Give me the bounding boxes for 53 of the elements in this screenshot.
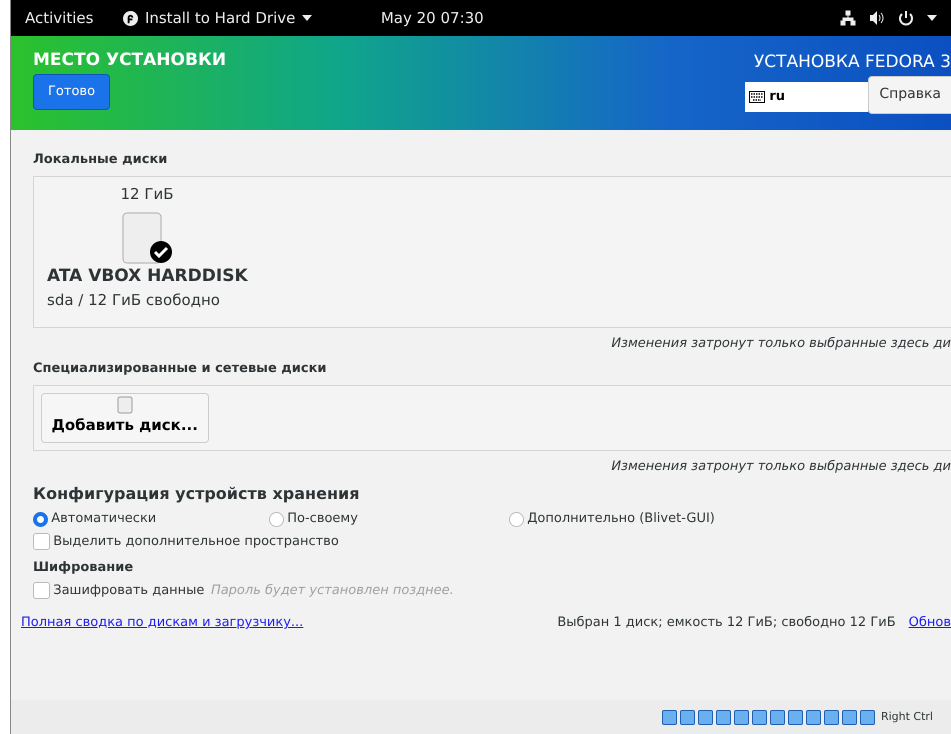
status-icon[interactable] <box>680 710 695 724</box>
status-icon[interactable] <box>860 710 875 724</box>
section-heading: Специализированные и сетевые диски <box>33 360 328 378</box>
add-disk-button[interactable]: Добавить диск... <box>40 392 209 443</box>
checkbox[interactable] <box>33 582 50 599</box>
status-icon[interactable] <box>842 710 857 724</box>
product-title: УСТАНОВКА FEDORA 3 <box>754 51 951 74</box>
done-button[interactable]: Готово <box>33 74 110 110</box>
status-icon[interactable] <box>716 710 731 724</box>
status-icon[interactable] <box>698 710 713 724</box>
caret-icon <box>302 15 312 21</box>
radio-button[interactable] <box>33 512 48 526</box>
section-heading: Конфигурация устройств хранения <box>33 483 360 505</box>
radio-option[interactable]: Дополнительно (Blivet-GUI) <box>509 509 715 529</box>
disk-name: ATA VBOX HARDDISK <box>47 264 248 288</box>
keyboard-layout-field[interactable]: ru <box>745 82 868 112</box>
screen-title: МЕСТО УСТАНОВКИ <box>33 50 226 70</box>
disk-details: sda / 12 ГиБ свободно <box>47 290 221 311</box>
status-icon[interactable] <box>806 710 821 724</box>
status-icon[interactable] <box>824 710 839 724</box>
checkbox[interactable] <box>33 533 50 550</box>
status-icon[interactable] <box>788 710 803 724</box>
hint-text: Пароль будет установлен позднее. <box>210 582 454 600</box>
radio-button[interactable] <box>509 512 524 526</box>
checkbox-option[interactable]: Зашифровать данные <box>33 580 204 600</box>
radio-option[interactable]: По-своему <box>269 509 509 529</box>
refresh-link[interactable]: Обнов <box>908 613 951 633</box>
storage-summary: Выбран 1 диск; емкость 12 ГиБ; свободно 12 ГиБ <box>557 614 896 632</box>
status-icon[interactable] <box>734 710 749 724</box>
section-heading: Шифрование <box>33 559 134 577</box>
keyboard-icon <box>749 90 766 102</box>
app-menu[interactable]: Install to Hard Drive <box>123 6 312 30</box>
note-text: Изменения затронут только выбранные здесь ди <box>610 458 951 476</box>
status-icon[interactable] <box>752 710 767 724</box>
volume-icon[interactable] <box>869 11 885 25</box>
disk-size: 12 ГиБ <box>119 184 175 205</box>
activities-button[interactable]: Activities <box>25 6 94 30</box>
note-text: Изменения затронут только выбранные здесь ди <box>610 334 951 352</box>
checkbox-option[interactable]: Выделить дополнительное пространство <box>33 532 951 552</box>
status-icon[interactable] <box>662 710 677 724</box>
help-button[interactable]: Справка <box>868 76 951 114</box>
power-icon[interactable] <box>898 10 914 26</box>
radio-button[interactable] <box>269 512 284 526</box>
app-name: Install to Hard Drive <box>144 8 296 29</box>
status-icon[interactable] <box>770 710 785 724</box>
host-key-label: Right Ctrl <box>880 708 933 725</box>
section-heading: Локальные диски <box>33 150 168 168</box>
radio-option[interactable]: Автоматически <box>33 509 269 529</box>
fedora-logo-icon <box>123 10 138 26</box>
network-icon[interactable] <box>840 10 856 26</box>
caret-icon[interactable] <box>927 15 937 21</box>
summary-link[interactable]: Полная сводка по дискам и загрузчику... <box>21 613 304 633</box>
clock[interactable]: May 20 07:30 <box>380 6 484 30</box>
